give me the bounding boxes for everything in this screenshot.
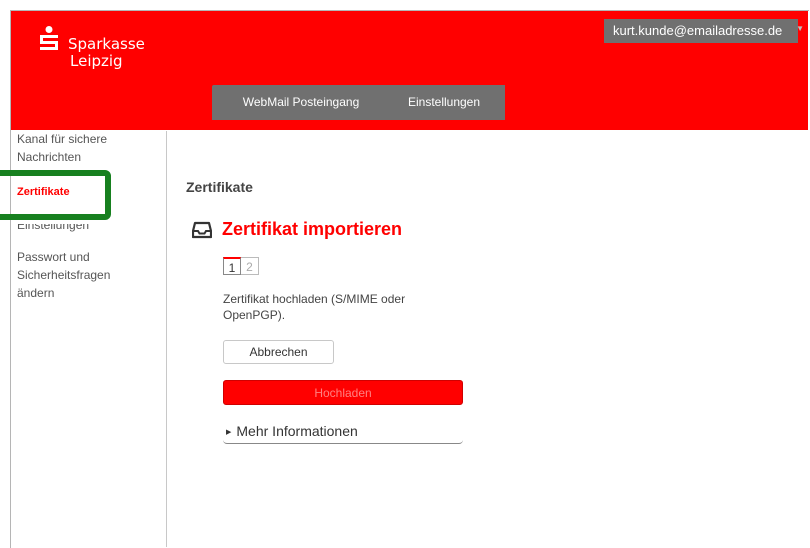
sidebar-item-label: ändern [17, 286, 55, 300]
user-email: kurt.kunde@emailadresse.de [613, 23, 783, 38]
sidebar-item-password[interactable]: Passwort und Sicherheitsfragen ändern [17, 249, 110, 301]
inbox-tray-icon [192, 221, 212, 239]
tab-settings[interactable]: Einstellungen [383, 85, 505, 120]
upload-button[interactable]: Hochladen [223, 380, 463, 405]
page-title: Zertifikate [186, 179, 253, 195]
sparkasse-s-icon [40, 26, 58, 50]
sidebar-item-label: Passwort und [17, 250, 90, 264]
sidebar-item-secure-channel[interactable]: Kanal für sichere Nachrichten [17, 131, 107, 165]
tab-webmail-inbox-label: WebMail Posteingang [242, 95, 360, 109]
tab-webmail-inbox[interactable]: WebMail Posteingang [212, 85, 390, 120]
sidebar-item-label: Sicherheitsfragen [17, 268, 111, 282]
step-indicator: 1 2 [223, 257, 259, 275]
tab-settings-label: Einstellungen [407, 95, 481, 109]
more-info-toggle[interactable]: ▶ Mehr Informationen [223, 420, 463, 444]
chevron-down-icon[interactable]: ▼ [796, 17, 804, 41]
brand-name: Sparkasse Leipzig [68, 36, 145, 70]
import-title: Zertifikat importieren [222, 219, 403, 239]
sidebar-item-label: Nachrichten [17, 150, 82, 164]
user-menu[interactable]: kurt.kunde@emailadresse.de ▼ [604, 19, 804, 43]
more-info-label: Mehr Informationen [236, 423, 358, 439]
brand-line-2: Leipzig [70, 52, 123, 70]
brand-line-1: Sparkasse [68, 35, 145, 53]
cancel-button[interactable]: Abbrechen [223, 340, 334, 364]
caret-right-icon: ▶ [226, 429, 232, 436]
upload-description: Zertifikat hochladen (S/MIME oder OpenPG… [223, 292, 406, 322]
highlight-annotation-box [0, 170, 111, 220]
sidebar-item-label: Kanal für sichere [17, 132, 108, 146]
sidebar-divider [166, 131, 167, 547]
step-2: 2 [241, 257, 259, 275]
step-1: 1 [223, 257, 241, 275]
